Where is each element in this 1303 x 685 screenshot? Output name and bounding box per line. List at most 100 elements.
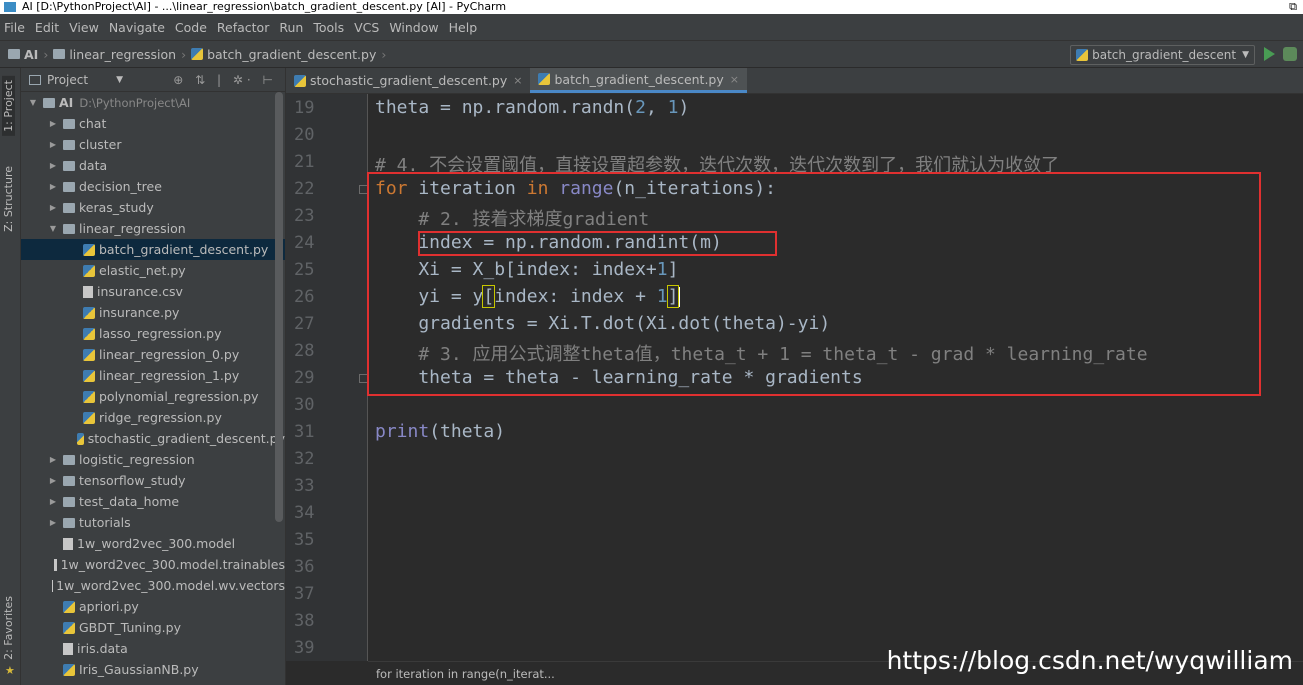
tree-file[interactable]: linear_regression_0.py bbox=[21, 344, 285, 365]
breadcrumb-file[interactable]: batch_gradient_descent.py bbox=[191, 47, 376, 62]
tree-item-label: ridge_regression.py bbox=[99, 410, 222, 425]
menu-item-file[interactable]: File bbox=[4, 20, 25, 35]
collapse-arrow-icon[interactable]: ▶ bbox=[47, 140, 59, 149]
tree-folder[interactable]: ▼ AI D:\PythonProject\AI bbox=[21, 92, 285, 113]
tree-folder[interactable]: ▶ cluster bbox=[21, 134, 285, 155]
collapse-arrow-icon[interactable]: ▶ bbox=[47, 182, 59, 191]
tree-folder[interactable]: ▶ decision_tree bbox=[21, 176, 285, 197]
tree-folder[interactable]: ▶ logistic_regression bbox=[21, 449, 285, 470]
collapse-arrow-icon[interactable]: ▶ bbox=[47, 161, 59, 170]
breadcrumb-folder[interactable]: linear_regression bbox=[53, 47, 176, 62]
tree-file[interactable]: polynomial_regression.py bbox=[21, 386, 285, 407]
line-number: 34 bbox=[294, 503, 315, 523]
tree-item-label: batch_gradient_descent.py bbox=[99, 242, 269, 257]
breadcrumb-separator: › bbox=[381, 46, 387, 62]
close-icon[interactable]: × bbox=[730, 73, 739, 86]
tree-file[interactable]: 1w_word2vec_300.model bbox=[21, 533, 285, 554]
menu-item-view[interactable]: View bbox=[69, 20, 99, 35]
line-number: 38 bbox=[294, 611, 315, 631]
collapse-arrow-icon[interactable]: ▶ bbox=[47, 203, 59, 212]
tree-file[interactable]: 1w_word2vec_300.model.wv.vectors bbox=[21, 575, 285, 596]
tree-folder[interactable]: ▶ test_data_home bbox=[21, 491, 285, 512]
chevron-down-icon[interactable]: ▼ bbox=[116, 75, 123, 85]
tree-item-label: GBDT_Tuning.py bbox=[79, 620, 181, 635]
breadcrumb-separator: › bbox=[43, 46, 49, 62]
tree-file[interactable]: batch_gradient_descent.py bbox=[21, 239, 285, 260]
line-number: 33 bbox=[294, 476, 315, 496]
python-file-icon bbox=[83, 369, 95, 382]
tree-item-label: chat bbox=[79, 116, 107, 131]
menu-item-edit[interactable]: Edit bbox=[35, 20, 59, 35]
run-configuration-dropdown[interactable]: batch_gradient_descent ▼ bbox=[1070, 45, 1255, 65]
line-number: 27 bbox=[294, 314, 315, 334]
collapse-arrow-icon[interactable]: ▶ bbox=[47, 476, 59, 485]
tree-file[interactable]: insurance.py bbox=[21, 302, 285, 323]
restore-window-button[interactable]: ⧉ bbox=[1289, 0, 1297, 14]
project-panel-tools[interactable]: ⊕ ⇅ | ✲· ⊢ bbox=[173, 73, 277, 87]
line-number: 29 bbox=[294, 368, 315, 388]
menu-item-navigate[interactable]: Navigate bbox=[109, 20, 165, 35]
tab-structure-tool-window[interactable]: Z: Structure bbox=[2, 166, 15, 232]
line-number: 19 bbox=[294, 98, 315, 118]
tree-file[interactable]: stochastic_gradient_descent.py bbox=[21, 428, 285, 449]
file-icon bbox=[51, 579, 53, 592]
tree-file[interactable]: Iris_GaussianNB.py bbox=[21, 659, 285, 680]
tree-file[interactable]: elastic_net.py bbox=[21, 260, 285, 281]
tab-favorites-tool-window[interactable]: 2: Favorites bbox=[2, 596, 15, 660]
tree-folder[interactable]: ▶ data bbox=[21, 155, 285, 176]
tree-folder[interactable]: ▼ linear_regression bbox=[21, 218, 285, 239]
tree-item-label: apriori.py bbox=[79, 599, 139, 614]
tab-project-tool-window[interactable]: 1: Project bbox=[2, 76, 15, 136]
editor-tab[interactable]: batch_gradient_descent.py × bbox=[530, 68, 747, 93]
expand-arrow-icon[interactable]: ▼ bbox=[47, 224, 59, 233]
collapse-arrow-icon[interactable]: ▶ bbox=[47, 497, 59, 506]
line-number: 36 bbox=[294, 557, 315, 577]
tree-folder[interactable]: ▶ tensorflow_study bbox=[21, 470, 285, 491]
tree-file[interactable]: ridge_regression.py bbox=[21, 407, 285, 428]
code-line[interactable]: print(theta) bbox=[375, 421, 505, 442]
folder-icon bbox=[63, 118, 75, 129]
tree-file[interactable]: apriori.py bbox=[21, 596, 285, 617]
menu-item-refactor[interactable]: Refactor bbox=[217, 20, 269, 35]
tree-folder[interactable]: ▶ chat bbox=[21, 113, 285, 134]
file-icon bbox=[63, 642, 73, 655]
tree-file[interactable]: insurance.csv bbox=[21, 281, 285, 302]
tree-file[interactable]: GBDT_Tuning.py bbox=[21, 617, 285, 638]
editor-tab[interactable]: stochastic_gradient_descent.py × bbox=[286, 68, 530, 93]
code-line[interactable]: theta = np.random.randn(2, 1) bbox=[375, 97, 689, 118]
app-icon bbox=[4, 2, 16, 12]
python-file-icon bbox=[1076, 49, 1089, 61]
expand-arrow-icon[interactable]: ▼ bbox=[27, 98, 39, 107]
python-file-icon bbox=[83, 327, 95, 340]
breadcrumb-project[interactable]: AI bbox=[8, 47, 38, 62]
tree-item-label: test_data_home bbox=[79, 494, 180, 509]
tree-item-label: 1w_word2vec_300.model bbox=[77, 536, 236, 551]
close-icon[interactable]: × bbox=[513, 74, 522, 87]
project-scrollbar[interactable] bbox=[275, 92, 283, 522]
navigation-bar: AI › linear_regression › batch_gradient_… bbox=[0, 40, 1303, 68]
left-tool-strip: 1: Project Z: Structure 2: Favorites ★ bbox=[0, 68, 21, 685]
tree-file[interactable]: lasso_regression.py bbox=[21, 323, 285, 344]
debug-icon[interactable] bbox=[1283, 47, 1297, 61]
tree-file[interactable]: 1w_word2vec_300.model.trainables bbox=[21, 554, 285, 575]
menu-item-run[interactable]: Run bbox=[279, 20, 303, 35]
tree-item-label: logistic_regression bbox=[79, 452, 195, 467]
collapse-arrow-icon[interactable]: ▶ bbox=[47, 455, 59, 464]
line-number: 31 bbox=[294, 422, 315, 442]
tree-file[interactable]: linear_regression_1.py bbox=[21, 365, 285, 386]
menu-item-tools[interactable]: Tools bbox=[313, 20, 344, 35]
collapse-arrow-icon[interactable]: ▶ bbox=[47, 518, 59, 527]
tree-folder[interactable]: ▶ tutorials bbox=[21, 512, 285, 533]
line-number: 37 bbox=[294, 584, 315, 604]
collapse-arrow-icon[interactable]: ▶ bbox=[47, 119, 59, 128]
run-icon[interactable] bbox=[1264, 47, 1275, 61]
menu-item-vcs[interactable]: VCS bbox=[354, 20, 379, 35]
tree-file[interactable]: iris.data bbox=[21, 638, 285, 659]
menu-item-code[interactable]: Code bbox=[175, 20, 207, 35]
tree-folder[interactable]: ▶ keras_study bbox=[21, 197, 285, 218]
menu-item-help[interactable]: Help bbox=[449, 20, 478, 35]
menu-item-window[interactable]: Window bbox=[389, 20, 438, 35]
code-token: 1 bbox=[667, 97, 679, 118]
project-panel-title[interactable]: Project bbox=[47, 73, 88, 87]
menu-bar: File Edit View Navigate Code Refactor Run Tools… bbox=[0, 14, 1303, 40]
